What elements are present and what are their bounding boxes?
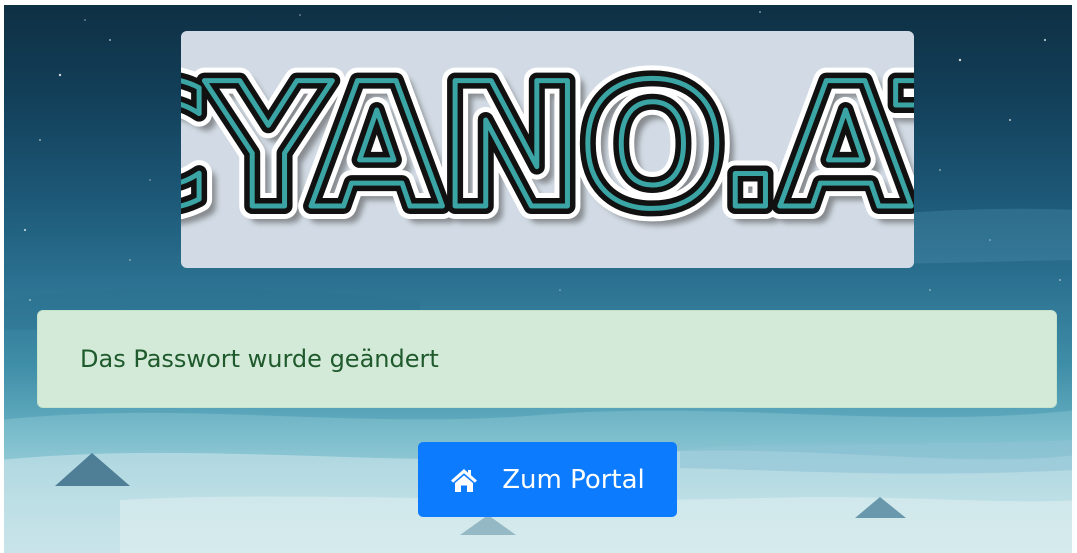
cyano-logo: CYANO.AT CYANO.AT CYANO.AT CYANO.AT: [181, 33, 914, 264]
portal-button-label: Zum Portal: [502, 464, 645, 495]
left-border: [0, 0, 4, 553]
logo-cyan-stroke-text: CYANO.AT: [181, 46, 914, 247]
home-icon: [451, 468, 478, 492]
logo-card: CYANO.AT CYANO.AT CYANO.AT CYANO.AT: [181, 31, 914, 268]
success-alert: Das Passwort wurde geändert: [37, 310, 1057, 408]
top-border: [0, 0, 1077, 5]
alert-message: Das Passwort wurde geändert: [80, 345, 439, 373]
page-background: CYANO.AT CYANO.AT CYANO.AT CYANO.AT Das …: [0, 0, 1077, 553]
portal-button[interactable]: Zum Portal: [418, 442, 677, 517]
right-border: [1072, 0, 1077, 553]
